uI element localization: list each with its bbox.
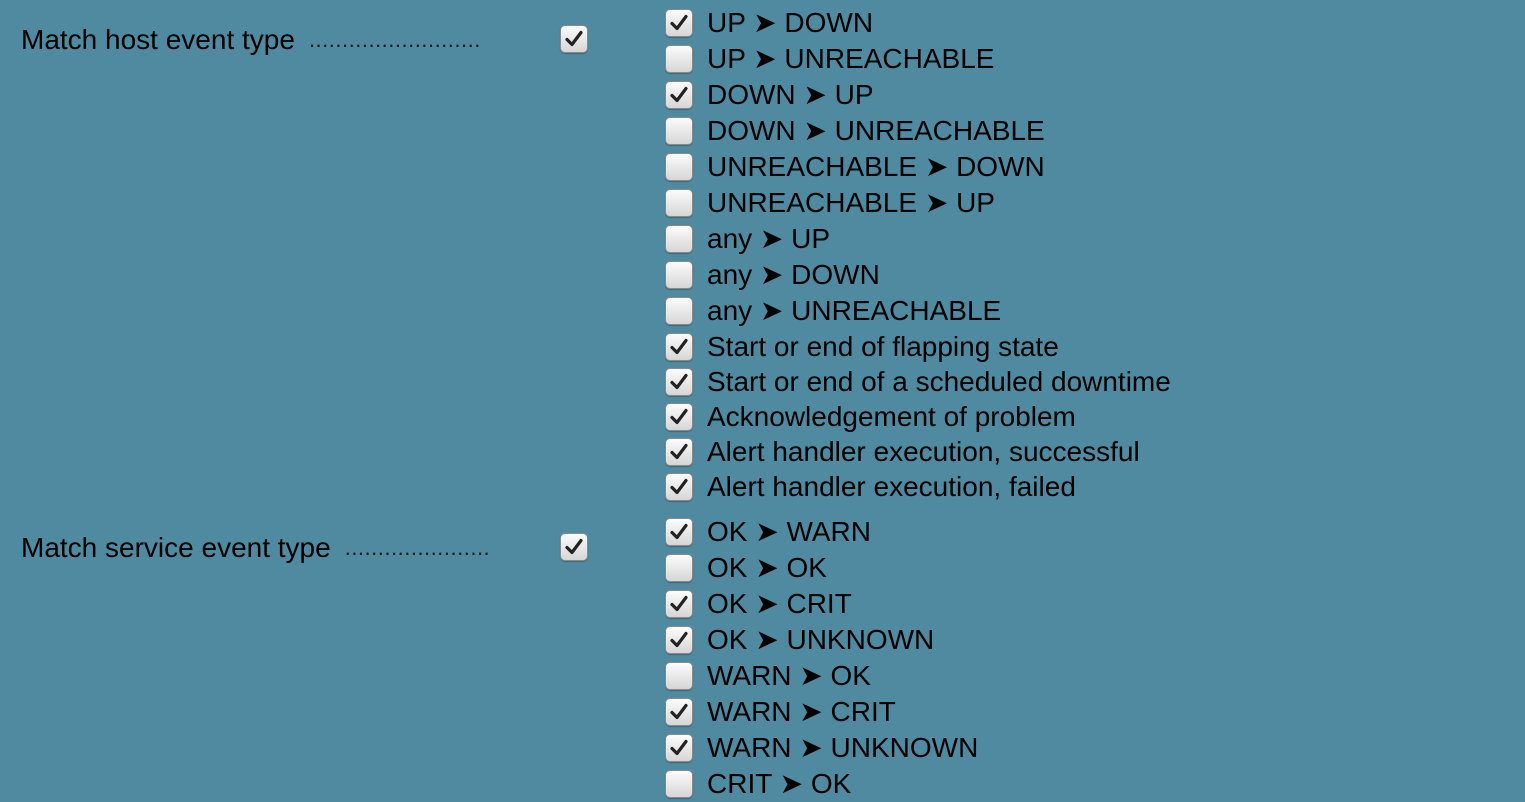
host_section-option-checkbox[interactable] bbox=[665, 45, 693, 73]
checkmark-icon bbox=[670, 523, 688, 540]
checkmark-icon bbox=[670, 595, 688, 612]
service_section-option-checkbox[interactable] bbox=[665, 770, 693, 798]
host_section-option[interactable]: Alert handler execution, failed bbox=[665, 469, 1171, 504]
host_section-option[interactable]: Start or end of flapping state bbox=[665, 329, 1171, 364]
host_section-option[interactable]: UP ➤ UNREACHABLE bbox=[665, 41, 1171, 77]
host_section-option[interactable]: any ➤ UNREACHABLE bbox=[665, 293, 1171, 329]
host_section-option-label: UNREACHABLE ➤ UP bbox=[707, 187, 995, 218]
leader-dots: ...................... bbox=[344, 535, 491, 560]
host_section-option-checkbox[interactable] bbox=[665, 472, 693, 501]
checkmark-icon bbox=[565, 538, 583, 555]
host_section-option[interactable]: DOWN ➤ UP bbox=[665, 77, 1171, 113]
host_section-option[interactable]: UNREACHABLE ➤ DOWN bbox=[665, 149, 1171, 185]
service_section-option-label: OK ➤ OK bbox=[707, 552, 827, 583]
checkmark-icon bbox=[670, 408, 688, 424]
host_section-option-checkbox[interactable] bbox=[665, 225, 693, 253]
service_section-option[interactable]: WARN ➤ OK bbox=[665, 658, 978, 694]
service_section-option-checkbox[interactable] bbox=[665, 590, 693, 618]
checkmark-icon bbox=[670, 703, 688, 720]
host_section-option[interactable]: UP ➤ DOWN bbox=[665, 5, 1171, 41]
host_section-option-label: any ➤ UNREACHABLE bbox=[707, 295, 1002, 326]
checkmark-icon bbox=[670, 338, 688, 354]
host_section-option-checkbox[interactable] bbox=[665, 153, 693, 181]
checkmark-icon bbox=[670, 739, 688, 756]
service_section-option-label: OK ➤ WARN bbox=[707, 516, 871, 547]
service_section-option-label: OK ➤ UNKNOWN bbox=[707, 624, 935, 655]
host_section-option-label: UP ➤ DOWN bbox=[707, 7, 874, 38]
service_section-option[interactable]: WARN ➤ CRIT bbox=[665, 694, 978, 730]
host-event-type-label: Match host event type bbox=[21, 24, 295, 55]
host-event-type-label-wrap: Match host event type ..................… bbox=[21, 22, 481, 58]
checkmark-icon bbox=[670, 86, 688, 103]
host_section-option[interactable]: Start or end of a scheduled downtime bbox=[665, 364, 1171, 399]
host_section-option-checkbox[interactable] bbox=[665, 367, 693, 396]
service_section-option[interactable]: OK ➤ WARN bbox=[665, 514, 978, 550]
host_section-option-label: Acknowledgement of problem bbox=[707, 400, 1076, 432]
host-event-type-enable-checkbox[interactable] bbox=[560, 25, 588, 53]
service_section-option[interactable]: WARN ➤ UNKNOWN bbox=[665, 730, 978, 766]
host_section-option-checkbox[interactable] bbox=[665, 189, 693, 217]
checkmark-icon bbox=[670, 373, 688, 389]
service_section-option[interactable]: OK ➤ CRIT bbox=[665, 586, 978, 622]
host_section-option-label: UP ➤ UNREACHABLE bbox=[707, 43, 995, 74]
checkmark-icon bbox=[670, 14, 688, 31]
service_section-option-checkbox[interactable] bbox=[665, 518, 693, 546]
checkmark-icon bbox=[565, 30, 583, 47]
host_section-option-checkbox[interactable] bbox=[665, 402, 693, 431]
host_section-option-label: any ➤ UP bbox=[707, 223, 831, 254]
service_section-option-label: CRIT ➤ OK bbox=[707, 768, 852, 799]
service_section-option-checkbox[interactable] bbox=[665, 626, 693, 654]
host_section-option-checkbox[interactable] bbox=[665, 437, 693, 466]
host_section-option[interactable]: DOWN ➤ UNREACHABLE bbox=[665, 113, 1171, 149]
host_section-option-label: UNREACHABLE ➤ DOWN bbox=[707, 151, 1045, 182]
host_section-option[interactable]: any ➤ DOWN bbox=[665, 257, 1171, 293]
checkmark-icon bbox=[670, 631, 688, 648]
service_section-option-checkbox[interactable] bbox=[665, 554, 693, 582]
service-event-type-enable-checkbox[interactable] bbox=[560, 533, 588, 561]
host_section-option-checkbox[interactable] bbox=[665, 261, 693, 289]
service_section-option-label: OK ➤ CRIT bbox=[707, 588, 852, 619]
host_section-option-label: Alert handler execution, successful bbox=[707, 435, 1140, 467]
host_section-option[interactable]: UNREACHABLE ➤ UP bbox=[665, 185, 1171, 221]
service_section-option-label: WARN ➤ UNKNOWN bbox=[707, 732, 979, 763]
host_section-option[interactable]: Alert handler execution, successful bbox=[665, 434, 1171, 469]
host-event-type-options: UP ➤ DOWN UP ➤ UNREACHABLE DOWN ➤ UP DOWN ➤… bbox=[665, 5, 1171, 504]
host_section-option-label: Alert handler execution, failed bbox=[707, 470, 1076, 502]
service-event-type-options: OK ➤ WARN OK ➤ OK OK ➤ CRIT OK ➤ UNKNOWN WAR… bbox=[665, 514, 978, 802]
host_section-option-checkbox[interactable] bbox=[665, 9, 693, 37]
checkmark-icon bbox=[670, 443, 688, 459]
host_section-option[interactable]: Acknowledgement of problem bbox=[665, 399, 1171, 434]
service_section-option[interactable]: OK ➤ OK bbox=[665, 550, 978, 586]
host_section-option-label: Start or end of a scheduled downtime bbox=[707, 365, 1171, 397]
service_section-option-checkbox[interactable] bbox=[665, 698, 693, 726]
service-event-type-label-wrap: Match service event type ...............… bbox=[21, 530, 490, 566]
checkmark-icon bbox=[670, 478, 688, 494]
host_section-option-label: DOWN ➤ UNREACHABLE bbox=[707, 115, 1045, 146]
service_section-option-checkbox[interactable] bbox=[665, 734, 693, 762]
service_section-option[interactable]: OK ➤ UNKNOWN bbox=[665, 622, 978, 658]
host_section-option-label: any ➤ DOWN bbox=[707, 259, 880, 290]
service-event-type-label: Match service event type bbox=[21, 532, 331, 563]
service_section-option-label: WARN ➤ OK bbox=[707, 660, 871, 691]
service_section-option[interactable]: CRIT ➤ OK bbox=[665, 766, 978, 802]
host_section-option-checkbox[interactable] bbox=[665, 117, 693, 145]
host_section-option-checkbox[interactable] bbox=[665, 332, 693, 361]
host_section-option-label: Start or end of flapping state bbox=[707, 330, 1059, 362]
service_section-option-label: WARN ➤ CRIT bbox=[707, 696, 896, 727]
host_section-option-checkbox[interactable] bbox=[665, 297, 693, 325]
host_section-option[interactable]: any ➤ UP bbox=[665, 221, 1171, 257]
host_section-option-checkbox[interactable] bbox=[665, 81, 693, 109]
leader-dots: .......................... bbox=[308, 27, 481, 52]
service_section-option-checkbox[interactable] bbox=[665, 662, 693, 690]
host_section-option-label: DOWN ➤ UP bbox=[707, 79, 874, 110]
